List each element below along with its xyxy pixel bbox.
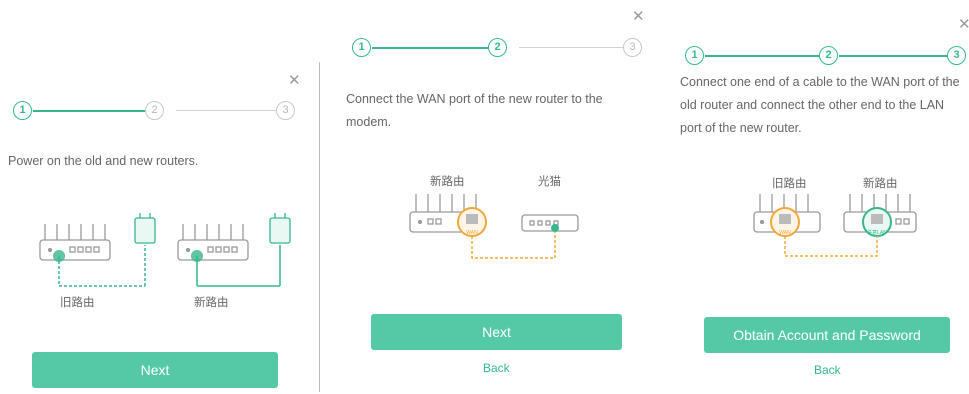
new-router-label: 新路由 — [194, 297, 229, 309]
old-wan-port-text: WAN — [779, 230, 791, 236]
old-power-adapter-icon — [134, 213, 156, 244]
new-lan-port-text: 任意LAN — [867, 229, 887, 236]
wan-port-text: WAN — [466, 230, 478, 236]
next-button[interactable]: Next — [371, 314, 622, 350]
old-router-icon — [39, 224, 111, 261]
panel-step-3: ✕ 1 2 3 Connect one end of a cable to th… — [650, 0, 969, 394]
panel-step-2: ✕ 1 2 3 Connect the WAN port of the new … — [320, 0, 650, 394]
old-router-label: 旧路由 — [60, 297, 95, 309]
new-router-icon — [177, 224, 249, 261]
obtain-account-password-button[interactable]: Obtain Account and Password — [704, 317, 950, 353]
next-button[interactable]: Next — [32, 352, 278, 388]
power-on-illustration — [39, 213, 291, 287]
back-link[interactable]: Back — [814, 363, 841, 377]
modem-icon — [521, 214, 579, 232]
panel-step-1: ✕ 1 2 3 Power on the old and new routers… — [0, 0, 318, 394]
new-power-adapter-icon — [269, 213, 291, 244]
back-link[interactable]: Back — [483, 361, 510, 375]
